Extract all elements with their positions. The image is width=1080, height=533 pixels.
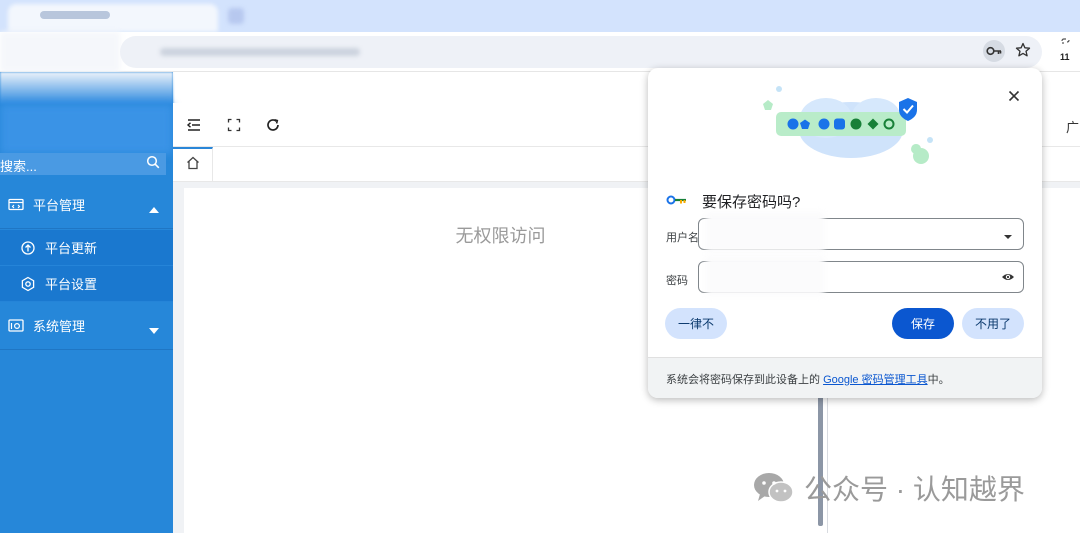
save-password-dialog: 要保存密码吗? 用户名 密码 一律不 保存 不用了 系统会将密码保存到此设备上的… [648, 68, 1042, 398]
password-manager-link[interactable]: Google 密码管理工具 [823, 374, 928, 386]
browser-tab-active[interactable] [8, 4, 218, 32]
password-label: 密码 [666, 275, 688, 287]
dialog-header: 要保存密码吗? [666, 191, 800, 212]
refresh-icon[interactable] [263, 115, 283, 135]
new-tab-icon[interactable] [228, 8, 244, 24]
divider [827, 394, 828, 533]
dialog-footer: 系统会将密码保存到此设备上的 Google 密码管理工具中。 [648, 357, 1042, 398]
sidebar-search[interactable]: 搜索... [0, 153, 166, 175]
username-redaction-mask [706, 212, 824, 252]
eye-icon[interactable] [1001, 270, 1015, 289]
home-icon [185, 155, 201, 176]
footer-text: 系统会将密码保存到此设备上的 [666, 374, 824, 386]
fullscreen-icon[interactable] [224, 115, 244, 135]
sidebar: 搜索... 平台管理 平台更新 平台设置 系统管理 [0, 72, 173, 533]
system-icon [7, 317, 25, 335]
tab-home[interactable] [173, 147, 213, 182]
password-illustration [748, 78, 948, 173]
sidebar-group-label: 平台管理 [33, 198, 86, 213]
password-redaction-mask [706, 256, 824, 296]
password-key-icon[interactable] [983, 40, 1005, 62]
never-button[interactable]: 一律不 [665, 308, 727, 339]
key-icon [666, 193, 688, 211]
sidebar-header-redacted [0, 72, 173, 104]
no-thanks-button[interactable]: 不用了 [962, 308, 1024, 339]
caret-down-icon [149, 322, 159, 337]
chevron-down-icon[interactable] [1003, 229, 1013, 247]
search-input[interactable]: 搜索... [0, 156, 37, 175]
browser-toolbar: 11 [0, 32, 1080, 72]
save-button[interactable]: 保存 [892, 308, 954, 339]
username-label: 用户名 [666, 232, 699, 244]
sidebar-group-platform[interactable]: 平台管理 [0, 181, 173, 229]
update-icon [20, 240, 36, 256]
browser-tab-strip [0, 0, 1080, 32]
address-text-redacted [160, 48, 360, 56]
caret-up-icon [149, 201, 159, 216]
address-bar[interactable] [120, 36, 1042, 68]
sidebar-item-label: 平台设置 [45, 277, 98, 292]
header-cut-text: 广 [1066, 120, 1080, 135]
sidebar-group-label: 系统管理 [33, 319, 86, 334]
collapse-menu-icon[interactable] [184, 115, 204, 135]
extension-icon[interactable]: 11 [1058, 38, 1078, 64]
search-icon[interactable] [146, 155, 160, 174]
sidebar-group-system[interactable]: 系统管理 [0, 302, 173, 350]
sidebar-item-label: 平台更新 [45, 241, 98, 256]
footer-text-end: 中。 [927, 374, 950, 386]
nav-buttons-redacted [0, 32, 120, 72]
watermark: 公众号 · 认知越界 [752, 468, 1025, 508]
platform-icon [7, 196, 25, 214]
watermark-text: 公众号 · 认知越界 [804, 474, 1025, 505]
logo-redacted [0, 104, 173, 154]
browser-tab-title-redacted [40, 11, 110, 19]
close-icon[interactable] [1002, 84, 1026, 108]
extension-badge: 11 [1060, 52, 1070, 62]
bookmark-star-icon[interactable] [1012, 39, 1034, 61]
wechat-icon [752, 470, 796, 506]
sidebar-item-platform-update[interactable]: 平台更新 [0, 230, 173, 266]
dialog-title: 要保存密码吗? [702, 194, 801, 211]
sidebar-item-platform-settings[interactable]: 平台设置 [0, 266, 173, 302]
settings-hexagon-icon [20, 276, 36, 292]
